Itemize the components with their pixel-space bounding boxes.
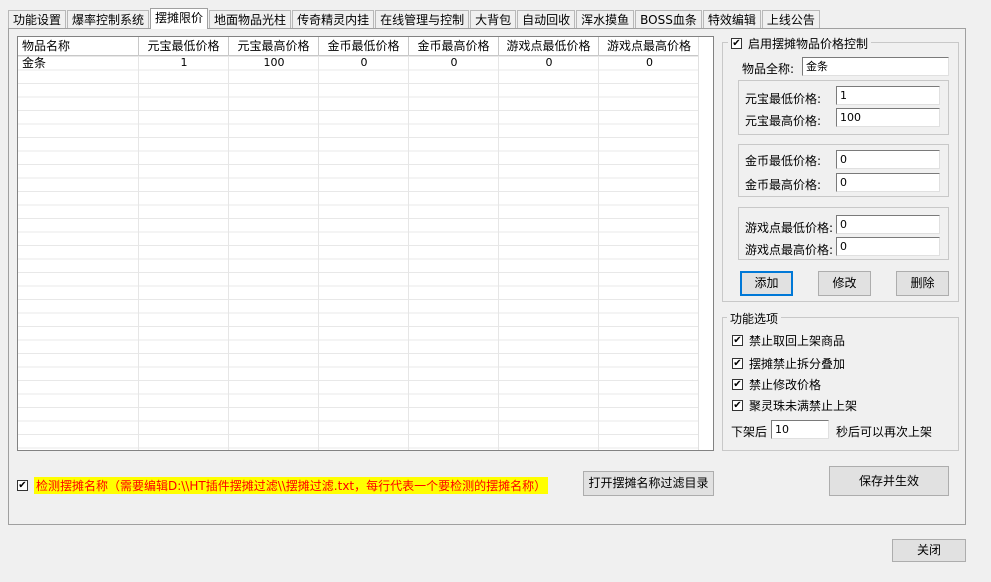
tab-function-settings[interactable]: 功能设置 <box>8 10 67 28</box>
column-header-points-max[interactable]: 游戏点最高价格 <box>599 37 700 55</box>
table-cell-yuanbao-max: 100 <box>263 56 285 69</box>
item-price-table[interactable]: 物品名称 元宝最低价格 元宝最高价格 金币最低价格 金币最高价格 游戏点最低价格… <box>17 36 714 451</box>
yuanbao-max-label: 元宝最高价格: <box>745 114 822 128</box>
tab-ground-item-beam[interactable]: 地面物品光柱 <box>209 10 292 28</box>
item-name-input[interactable]: 金条 <box>802 57 949 76</box>
table-header: 物品名称 元宝最低价格 元宝最高价格 金币最低价格 金币最高价格 游戏点最低价格… <box>18 37 700 56</box>
option-spirit-bead-not-full-label: 聚灵珠未满禁止上架 <box>749 399 858 413</box>
enable-price-control-checkbox[interactable]: ✔ <box>731 38 742 49</box>
relist-prefix-label: 下架后 <box>731 425 768 439</box>
column-header-gold-min[interactable]: 金币最低价格 <box>319 37 409 55</box>
gold-max-label: 金币最高价格: <box>745 178 822 192</box>
table-vertical-scrollbar[interactable] <box>698 37 713 450</box>
option-no-retrieve-listed[interactable]: ✔ 禁止取回上架商品 <box>732 332 845 349</box>
tab-boss-health-bar[interactable]: BOSS血条 <box>635 10 702 28</box>
tab-legend-sprite-plugin[interactable]: 传奇精灵内挂 <box>292 10 375 28</box>
detect-stall-name-checkbox[interactable]: ✔ <box>17 480 28 491</box>
gold-min-label: 金币最低价格: <box>745 154 822 168</box>
tab-effect-editor[interactable]: 特效编辑 <box>702 10 761 28</box>
table-cell-yuanbao-min: 1 <box>180 56 188 69</box>
tab-drop-rate-control[interactable]: 爆率控制系统 <box>67 10 150 28</box>
detect-stall-name[interactable]: ✔ 检测摆摊名称（需要编辑D:\\HT插件摆摊过滤\\摆摊过滤.txt，每行代表… <box>17 477 549 494</box>
option-no-retrieve-listed-label: 禁止取回上架商品 <box>749 334 846 348</box>
enable-price-control[interactable]: ✔ 启用摆摊物品价格控制 <box>728 35 872 52</box>
enable-price-control-label: 启用摆摊物品价格控制 <box>748 37 869 51</box>
tab-login-announcement[interactable]: 上线公告 <box>761 10 820 28</box>
option-spirit-bead-not-full[interactable]: ✔ 聚灵珠未满禁止上架 <box>732 397 857 414</box>
save-and-apply-button[interactable]: 保存并生效 <box>829 466 949 496</box>
add-button[interactable]: 添加 <box>740 271 793 296</box>
column-header-points-min[interactable]: 游戏点最低价格 <box>499 37 599 55</box>
open-filter-directory-button[interactable]: 打开摆摊名称过滤目录 <box>583 471 714 496</box>
points-max-input[interactable]: 0 <box>836 237 940 256</box>
gold-min-input[interactable]: 0 <box>836 150 940 169</box>
option-no-retrieve-listed-checkbox[interactable]: ✔ <box>732 335 743 346</box>
tab-strip: 功能设置 爆率控制系统 摆摊限价 地面物品光柱 传奇精灵内挂 在线管理与控制 大… <box>8 8 821 29</box>
table-cell-gold-max: 0 <box>450 56 458 69</box>
yuanbao-max-input[interactable]: 100 <box>836 108 940 127</box>
option-no-split-stack-label: 摆摊禁止拆分叠加 <box>749 357 846 371</box>
points-min-input[interactable]: 0 <box>836 215 940 234</box>
option-no-split-stack[interactable]: ✔ 摆摊禁止拆分叠加 <box>732 355 845 372</box>
gold-max-input[interactable]: 0 <box>836 173 940 192</box>
detect-stall-name-label: 检测摆摊名称（需要编辑D:\\HT插件摆摊过滤\\摆摊过滤.txt，每行代表一个… <box>34 477 549 494</box>
item-name-label: 物品全称: <box>742 62 795 76</box>
delete-button[interactable]: 删除 <box>896 271 949 296</box>
column-header-yuanbao-min[interactable]: 元宝最低价格 <box>139 37 229 55</box>
option-spirit-bead-not-full-checkbox[interactable]: ✔ <box>732 400 743 411</box>
table-cell-gold-min: 0 <box>360 56 368 69</box>
modify-button[interactable]: 修改 <box>818 271 871 296</box>
tab-big-backpack[interactable]: 大背包 <box>470 10 517 28</box>
option-no-modify-price-label: 禁止修改价格 <box>749 378 822 392</box>
table-cell-points-min: 0 <box>545 56 553 69</box>
tab-stall-price-limit[interactable]: 摆摊限价 <box>150 8 209 29</box>
table-cell-item-name: 金条 <box>22 56 47 70</box>
column-header-gold-max[interactable]: 金币最高价格 <box>409 37 499 55</box>
yuanbao-min-label: 元宝最低价格: <box>745 92 822 106</box>
tab-muddy-fishing[interactable]: 浑水摸鱼 <box>576 10 635 28</box>
option-no-split-stack-checkbox[interactable]: ✔ <box>732 358 743 369</box>
option-no-modify-price-checkbox[interactable]: ✔ <box>732 379 743 390</box>
column-header-yuanbao-max[interactable]: 元宝最高价格 <box>229 37 319 55</box>
table-cell-points-max: 0 <box>646 56 653 69</box>
tab-auto-recycle[interactable]: 自动回收 <box>517 10 576 28</box>
tab-online-management[interactable]: 在线管理与控制 <box>375 10 470 28</box>
points-min-label: 游戏点最低价格: <box>745 221 834 235</box>
points-max-label: 游戏点最高价格: <box>745 243 834 257</box>
close-button[interactable]: 关闭 <box>892 539 966 562</box>
table-row[interactable]: 金条 1 100 0 0 0 0 <box>18 56 700 70</box>
relist-suffix-label: 秒后可以再次上架 <box>836 425 933 439</box>
relist-delay-input[interactable]: 10 <box>771 420 829 439</box>
column-header-item-name[interactable]: 物品名称 <box>18 37 139 55</box>
yuanbao-min-input[interactable]: 1 <box>836 86 940 105</box>
option-no-modify-price[interactable]: ✔ 禁止修改价格 <box>732 376 821 393</box>
function-options-title: 功能选项 <box>727 310 782 327</box>
